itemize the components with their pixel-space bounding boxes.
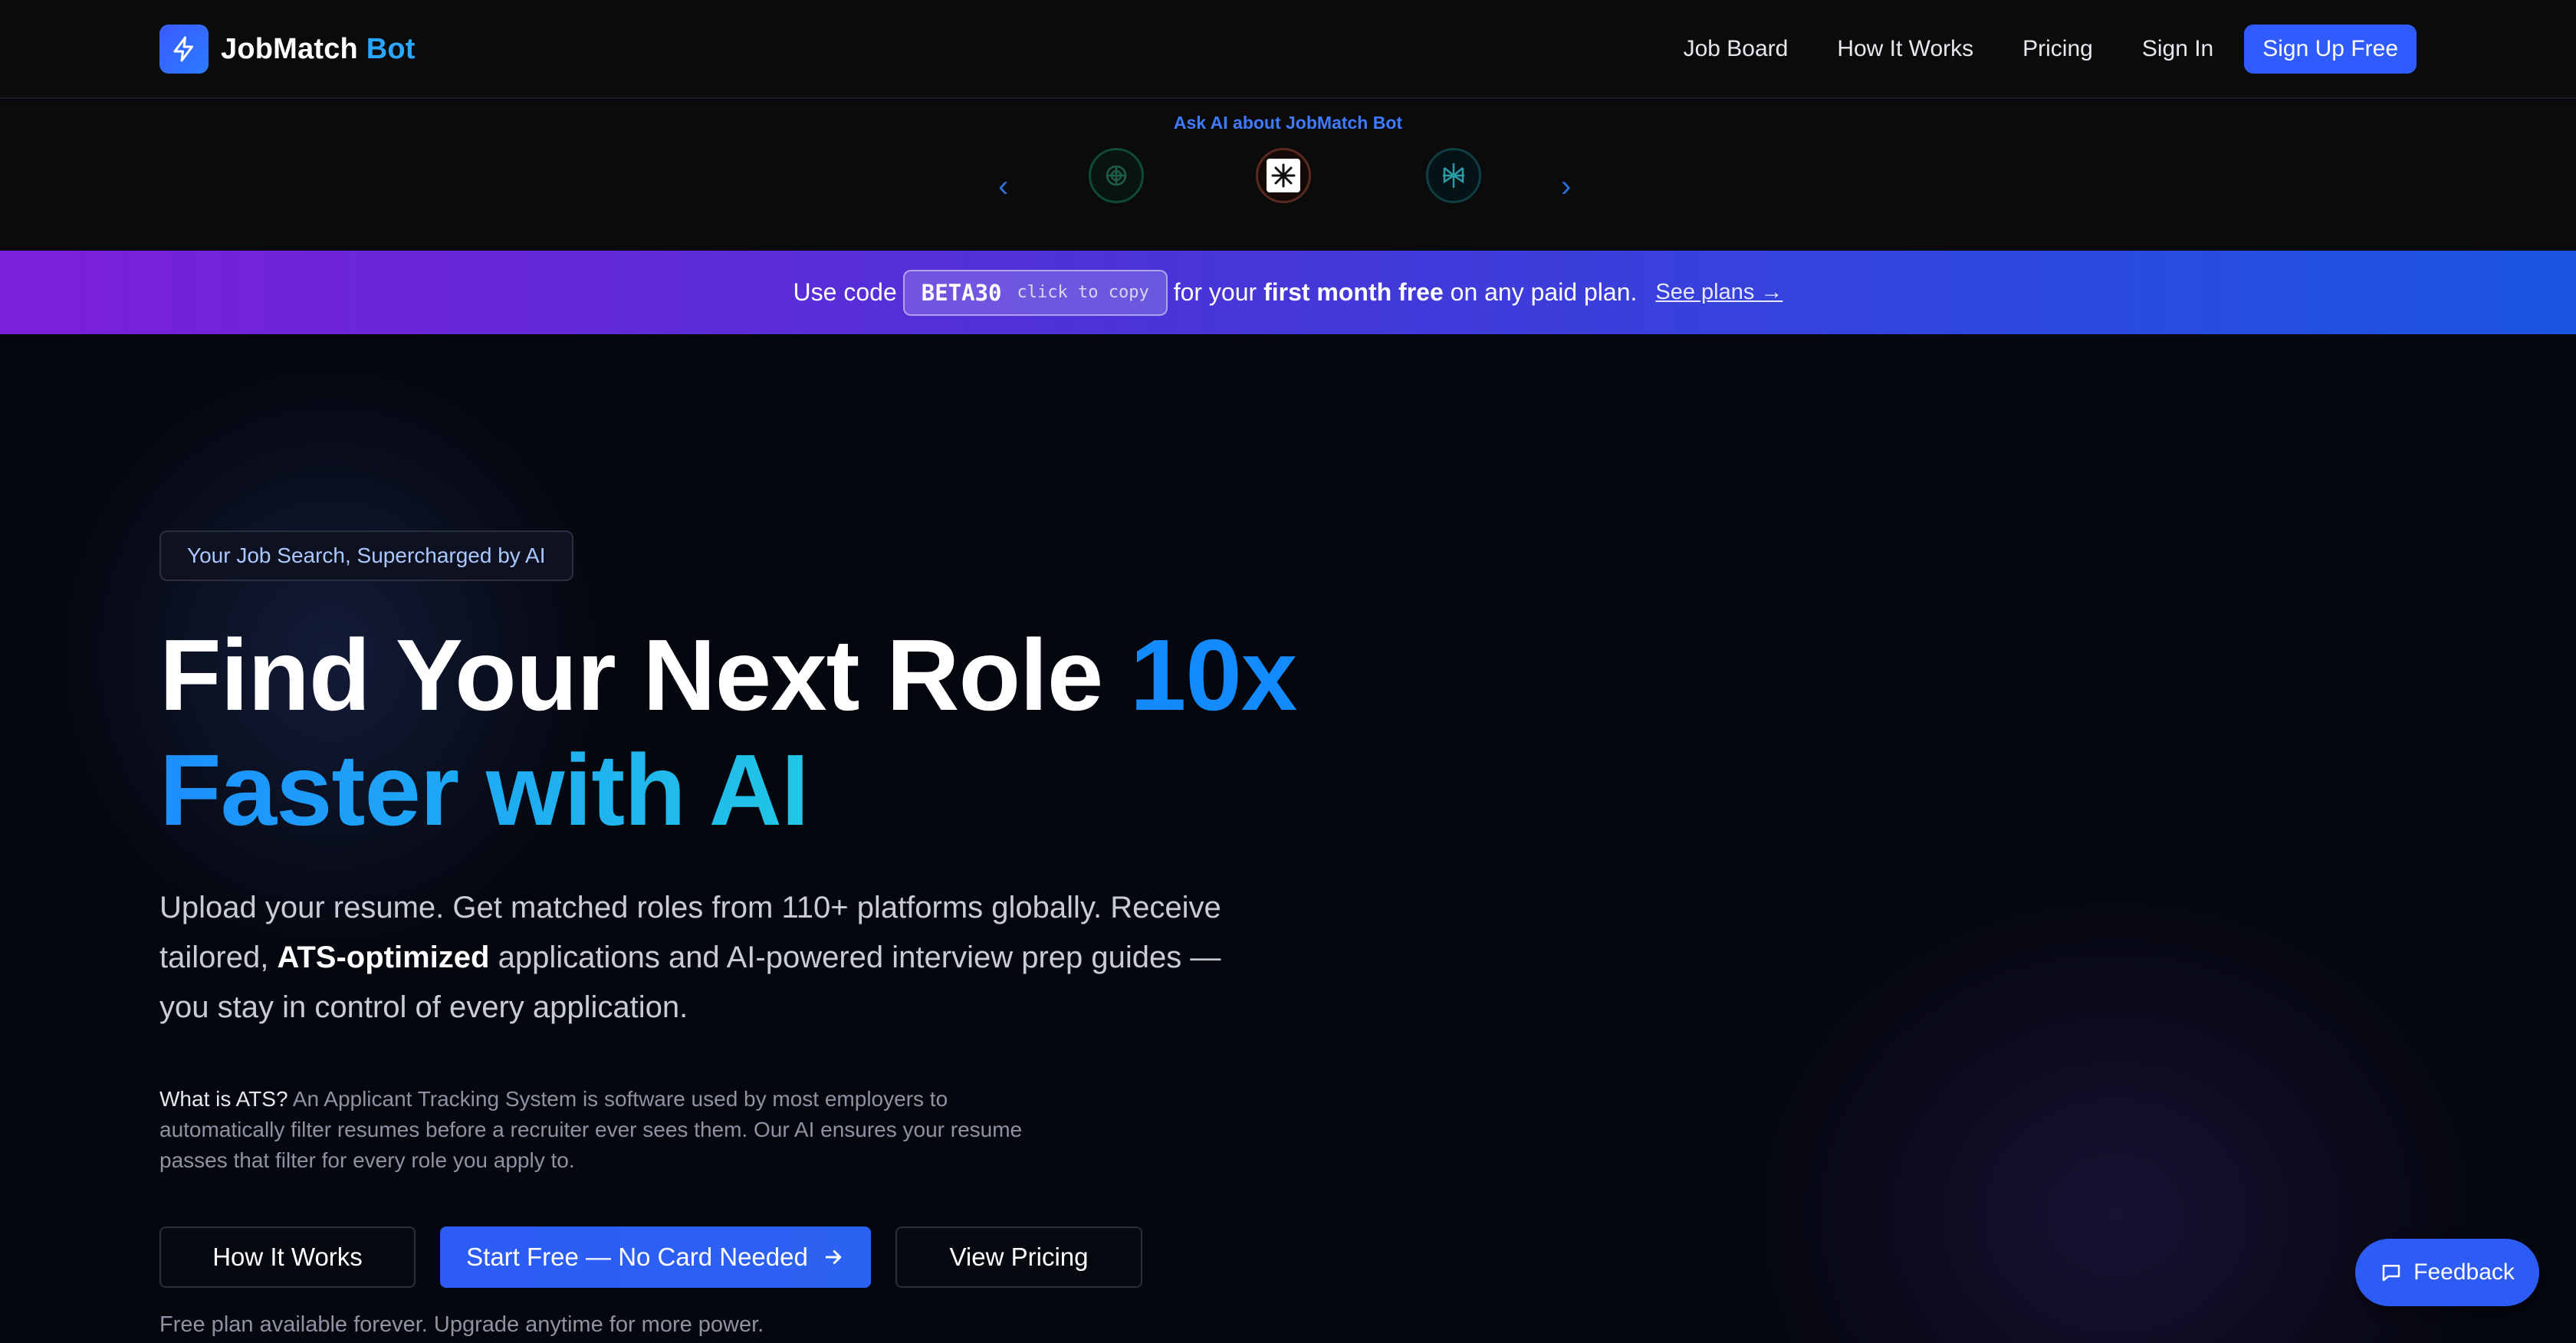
hero-footnote: Free plan available forever. Upgrade any…: [159, 1312, 764, 1337]
feedback-label: Feedback: [2413, 1259, 2515, 1285]
sign-up-button[interactable]: Sign Up Free: [2244, 25, 2417, 74]
promo-code: BETA30: [921, 279, 1002, 306]
subcopy-bold: ATS-optimized: [277, 941, 490, 974]
headline-gradient: Faster with AI: [159, 734, 810, 846]
view-pricing-button[interactable]: View Pricing: [895, 1226, 1142, 1288]
see-plans-link[interactable]: See plans →: [1655, 280, 1783, 305]
perplexity-icon[interactable]: [1426, 148, 1481, 203]
hero-headline: Find Your Next Role 10x Faster with AI: [159, 618, 1539, 848]
promo-copy-hint: click to copy: [1017, 283, 1149, 302]
headline-blue: 10x: [1129, 619, 1297, 731]
brand-name: JobMatch Bot: [221, 33, 416, 66]
feedback-button[interactable]: Feedback: [2355, 1239, 2539, 1306]
chatgpt-icon[interactable]: [1089, 148, 1144, 203]
brand-name-accent: Bot: [366, 32, 416, 65]
brand-name-main: JobMatch: [221, 32, 358, 65]
brand-logo[interactable]: JobMatch Bot: [159, 25, 416, 74]
nav-job-board[interactable]: Job Board: [1684, 36, 1789, 62]
hero-badge: Your Job Search, Supercharged by AI: [159, 530, 573, 581]
ats-question: What is ATS?: [159, 1087, 288, 1111]
nav-sign-in[interactable]: Sign In: [2142, 36, 2213, 62]
carousel-next-icon[interactable]: ›: [1561, 171, 1571, 202]
claude-icon[interactable]: [1256, 148, 1311, 203]
promo-bold: first month free: [1263, 278, 1444, 306]
chat-bubble-icon: [2382, 1265, 2400, 1282]
ask-ai-title: Ask AI about JobMatch Bot: [1173, 113, 1403, 133]
nav-how-it-works[interactable]: How It Works: [1837, 36, 1973, 62]
nav-pricing[interactable]: Pricing: [2022, 36, 2093, 62]
ats-explainer: What is ATS? An Applicant Tracking Syste…: [159, 1084, 1049, 1176]
top-navbar: JobMatch Bot Job Board How It Works Pric…: [0, 0, 2576, 99]
hero-subcopy: Upload your resume. Get matched roles fr…: [159, 883, 1233, 1033]
how-it-works-button[interactable]: How It Works: [159, 1226, 416, 1288]
promo-code-button[interactable]: BETA30 click to copy: [902, 269, 1168, 316]
headline-white: Find Your Next Role: [159, 619, 1103, 731]
hero-section: Your Job Search, Supercharged by AI Find…: [0, 334, 2576, 1343]
promo-suffix: on any paid plan.: [1450, 278, 1638, 306]
ats-text: An Applicant Tracking System is software…: [159, 1087, 1023, 1172]
start-free-button[interactable]: Start Free — No Card Needed: [440, 1226, 871, 1288]
main-nav: Job Board How It Works Pricing Sign In S…: [1635, 25, 2417, 74]
promo-prefix: Use code: [793, 278, 897, 306]
lightning-icon: [159, 25, 209, 74]
promo-for-your: for your: [1173, 278, 1257, 306]
start-free-label: Start Free — No Card Needed: [466, 1243, 808, 1271]
arrow-right-icon: [825, 1250, 842, 1264]
carousel-prev-icon[interactable]: ‹: [998, 171, 1008, 202]
ask-ai-strip: Ask AI about JobMatch Bot ‹ ›: [0, 100, 2576, 251]
promo-banner: Use code BETA30 click to copy for your f…: [0, 251, 2576, 334]
